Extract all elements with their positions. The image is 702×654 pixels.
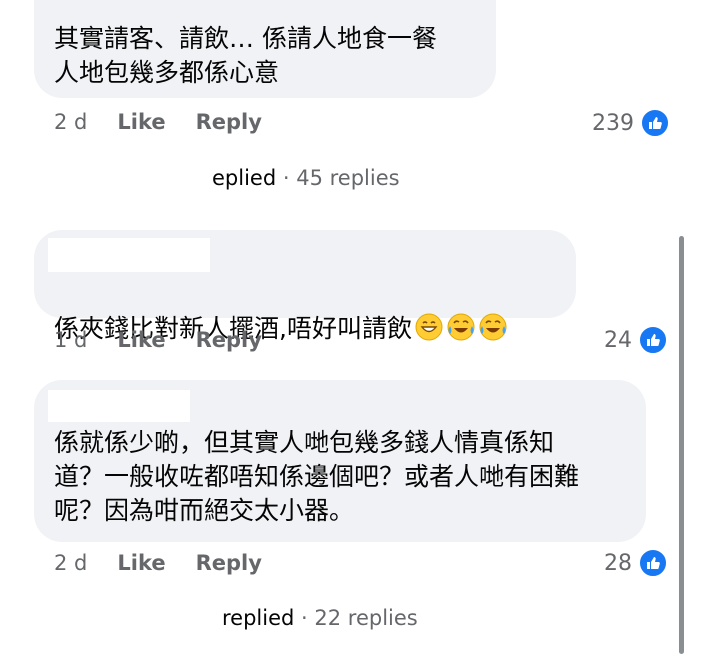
view-replies-1[interactable]: eplied · 45 replies <box>212 166 400 190</box>
replied-label-2: replied <box>222 606 295 630</box>
reaction-summary-2[interactable]: 24 <box>604 325 668 355</box>
author-name-redacted-2 <box>48 238 210 272</box>
reply-button-3[interactable]: Reply <box>196 551 262 575</box>
comment-time-2[interactable]: 1 d <box>54 328 87 352</box>
like-button-2[interactable]: Like <box>117 328 165 352</box>
like-button-3[interactable]: Like <box>117 551 165 575</box>
author-name-redacted-3 <box>48 390 190 422</box>
replied-label-1: eplied <box>212 166 277 190</box>
reaction-count-1: 239 <box>592 110 634 136</box>
comment-time-1[interactable]: 2 d <box>54 110 87 134</box>
thumbs-up-icon <box>638 325 668 355</box>
scrollbar[interactable] <box>679 236 684 654</box>
reaction-summary-3[interactable]: 28 <box>604 548 668 578</box>
face-with-tears-of-joy-icon <box>447 313 475 341</box>
grinning-face-icon <box>415 313 443 341</box>
reply-button-2[interactable]: Reply <box>196 328 262 352</box>
view-replies-2[interactable]: replied · 22 replies <box>222 606 418 630</box>
comment-meta-2: 1 d Like Reply <box>54 328 262 352</box>
comment-meta-3: 2 d Like Reply <box>54 551 262 575</box>
replies-count-1: 45 replies <box>296 166 400 190</box>
comment-text-3: 係就係少啲，但其實人哋包幾多錢人情真係知 道？一般收咗都唔知係邊個吧？或者人哋有… <box>54 428 580 525</box>
thumbs-up-icon <box>640 108 670 138</box>
comment-time-3[interactable]: 2 d <box>54 551 87 575</box>
reaction-count-2: 24 <box>604 327 632 353</box>
comment-text-1: 其實請客、請飲… 係請人地食一餐 人地包幾多都係心意 <box>54 24 437 87</box>
reaction-count-3: 28 <box>604 550 632 576</box>
thumbs-up-icon <box>638 548 668 578</box>
replied-separator-2: · <box>294 606 315 630</box>
reply-button-1[interactable]: Reply <box>196 110 262 134</box>
reaction-summary-1[interactable]: 239 <box>592 108 670 138</box>
replied-separator-1: · <box>276 166 297 190</box>
like-button-1[interactable]: Like <box>117 110 165 134</box>
comment-meta-1: 2 d Like Reply <box>54 110 262 134</box>
face-with-tears-of-joy-icon <box>479 313 507 341</box>
replies-count-2: 22 replies <box>314 606 418 630</box>
